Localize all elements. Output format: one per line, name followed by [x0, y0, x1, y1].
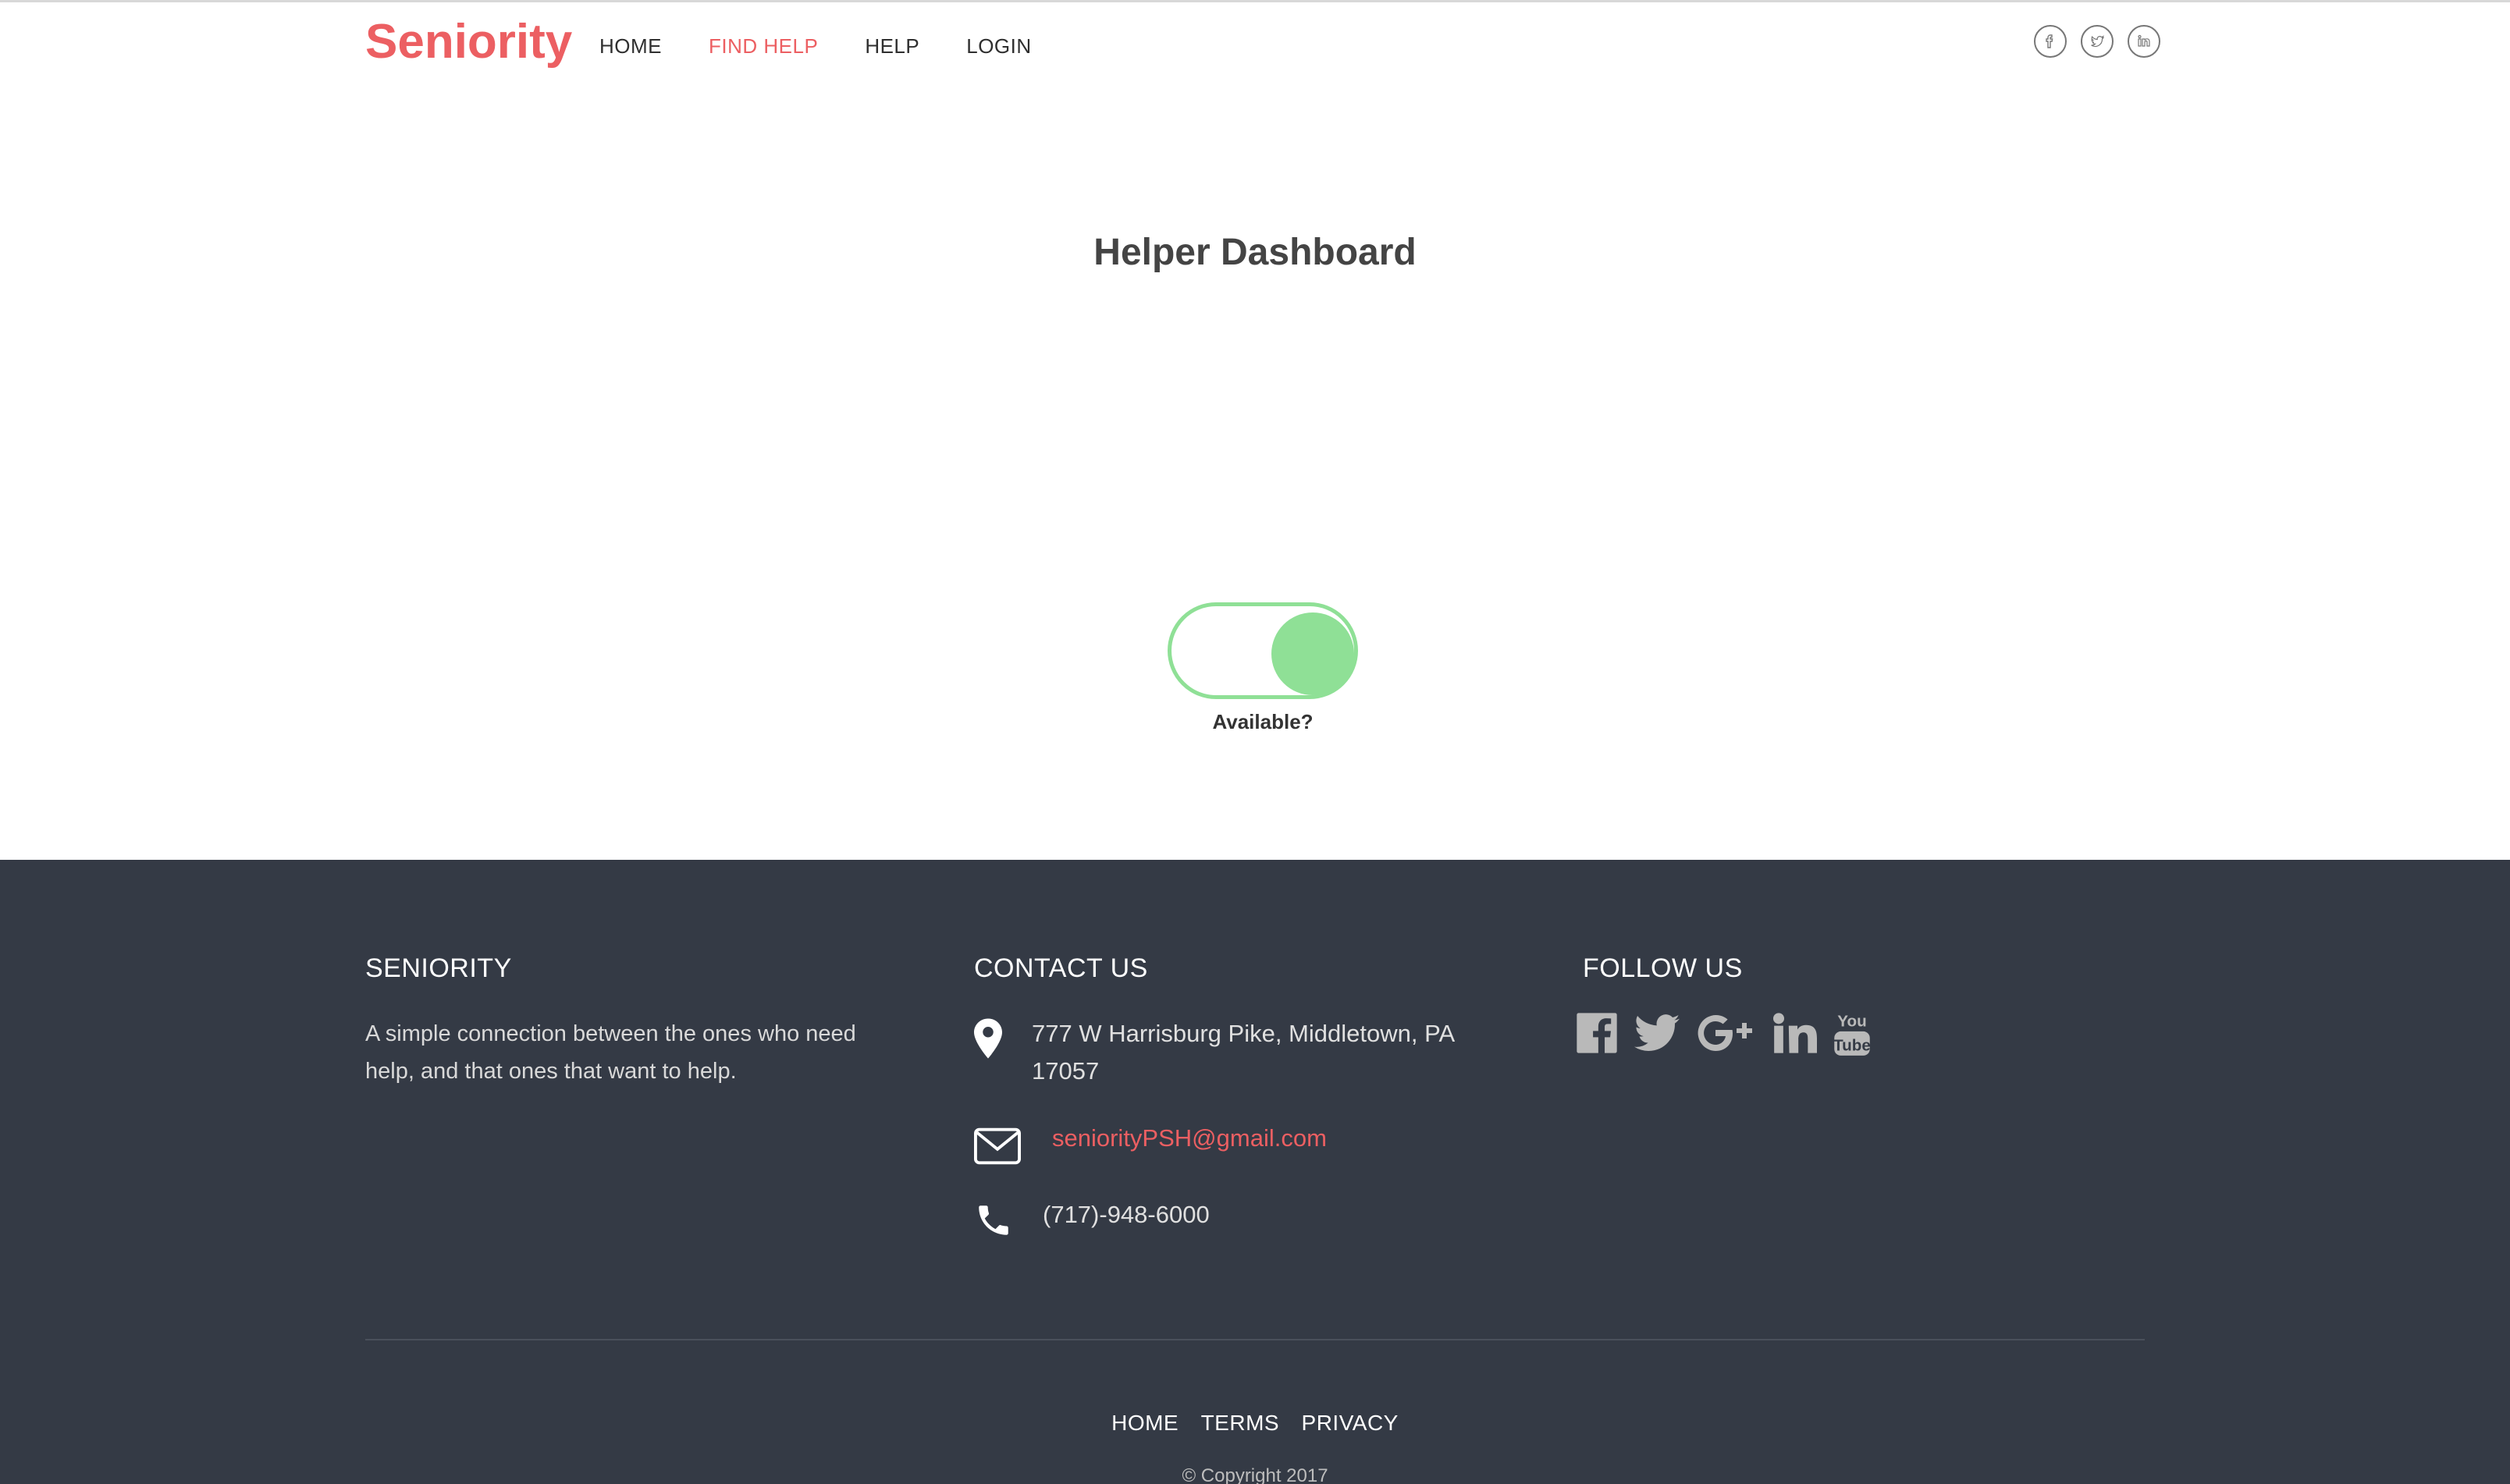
envelope-icon: [974, 1120, 1021, 1165]
nav-item-help[interactable]: HELP: [865, 34, 919, 59]
nav-item-home[interactable]: HOME: [599, 34, 662, 59]
toggle-track[interactable]: [1168, 602, 1358, 699]
footer-follow: FOLLOW US You Tube: [1577, 953, 2051, 1061]
nav-item-find-help[interactable]: FIND HELP: [709, 34, 818, 59]
availability-label: Available?: [1212, 710, 1314, 733]
map-pin-icon: [974, 1015, 1021, 1059]
footer-follow-heading: FOLLOW US: [1583, 953, 1743, 983]
footer-about-text: A simple connection between the ones who…: [365, 1021, 856, 1084]
google-plus-icon[interactable]: [1695, 1013, 1758, 1057]
main-nav: HOME FIND HELP HELP LOGIN: [599, 34, 1079, 59]
twitter-icon[interactable]: [1634, 1014, 1680, 1056]
contact-phone-row: (717)-948-6000: [974, 1196, 1536, 1240]
linkedin-icon[interactable]: [2128, 25, 2160, 58]
site-footer: SENIORITY A simple connection between th…: [0, 860, 2510, 1484]
availability-toggle[interactable]: [1168, 602, 1358, 699]
footer-link-home[interactable]: HOME: [1111, 1411, 1179, 1435]
linkedin-icon[interactable]: [1773, 1013, 1817, 1057]
toggle-knob[interactable]: [1271, 612, 1354, 695]
footer-social-links: You Tube: [1575, 1009, 2051, 1061]
svg-text:You: You: [1837, 1013, 1866, 1031]
site-header: Seniority HOME FIND HELP HELP LOGIN: [0, 0, 2510, 94]
svg-text:Tube: Tube: [1833, 1037, 1871, 1055]
phone-icon: [974, 1196, 1021, 1240]
header-social-links: [2034, 25, 2174, 58]
footer-divider: [365, 1339, 2145, 1340]
nav-item-login[interactable]: LOGIN: [966, 34, 1031, 59]
facebook-icon[interactable]: [2034, 25, 2067, 58]
twitter-icon[interactable]: [2081, 25, 2114, 58]
footer-contact-heading: CONTACT US: [974, 953, 1148, 983]
youtube-icon[interactable]: You Tube: [1833, 1009, 1872, 1061]
footer-link-privacy[interactable]: PRIVACY: [1302, 1411, 1399, 1435]
contact-address: 777 W Harrisburg Pike, Middletown, PA 17…: [1032, 1020, 1454, 1085]
footer-about-heading: SENIORITY: [365, 953, 512, 983]
footer-about: SENIORITY A simple connection between th…: [365, 953, 912, 1090]
facebook-icon[interactable]: [1575, 1011, 1619, 1059]
page-title: Helper Dashboard: [1093, 232, 1417, 273]
footer-contact: CONTACT US 777 W Harrisburg Pike, Middle…: [974, 953, 1536, 1271]
brand-logo[interactable]: Seniority: [365, 14, 572, 69]
copyright: © Copyright 2017: [1182, 1465, 1328, 1484]
contact-email-link[interactable]: seniorityPSH@gmail.com: [1052, 1120, 1327, 1157]
footer-link-terms[interactable]: TERMS: [1201, 1411, 1280, 1435]
contact-address-row: 777 W Harrisburg Pike, Middletown, PA 17…: [974, 1015, 1536, 1090]
contact-email-row: seniorityPSH@gmail.com: [974, 1120, 1536, 1165]
contact-phone: (717)-948-6000: [1043, 1201, 1210, 1228]
footer-links: HOME TERMS PRIVACY: [0, 1411, 2510, 1436]
